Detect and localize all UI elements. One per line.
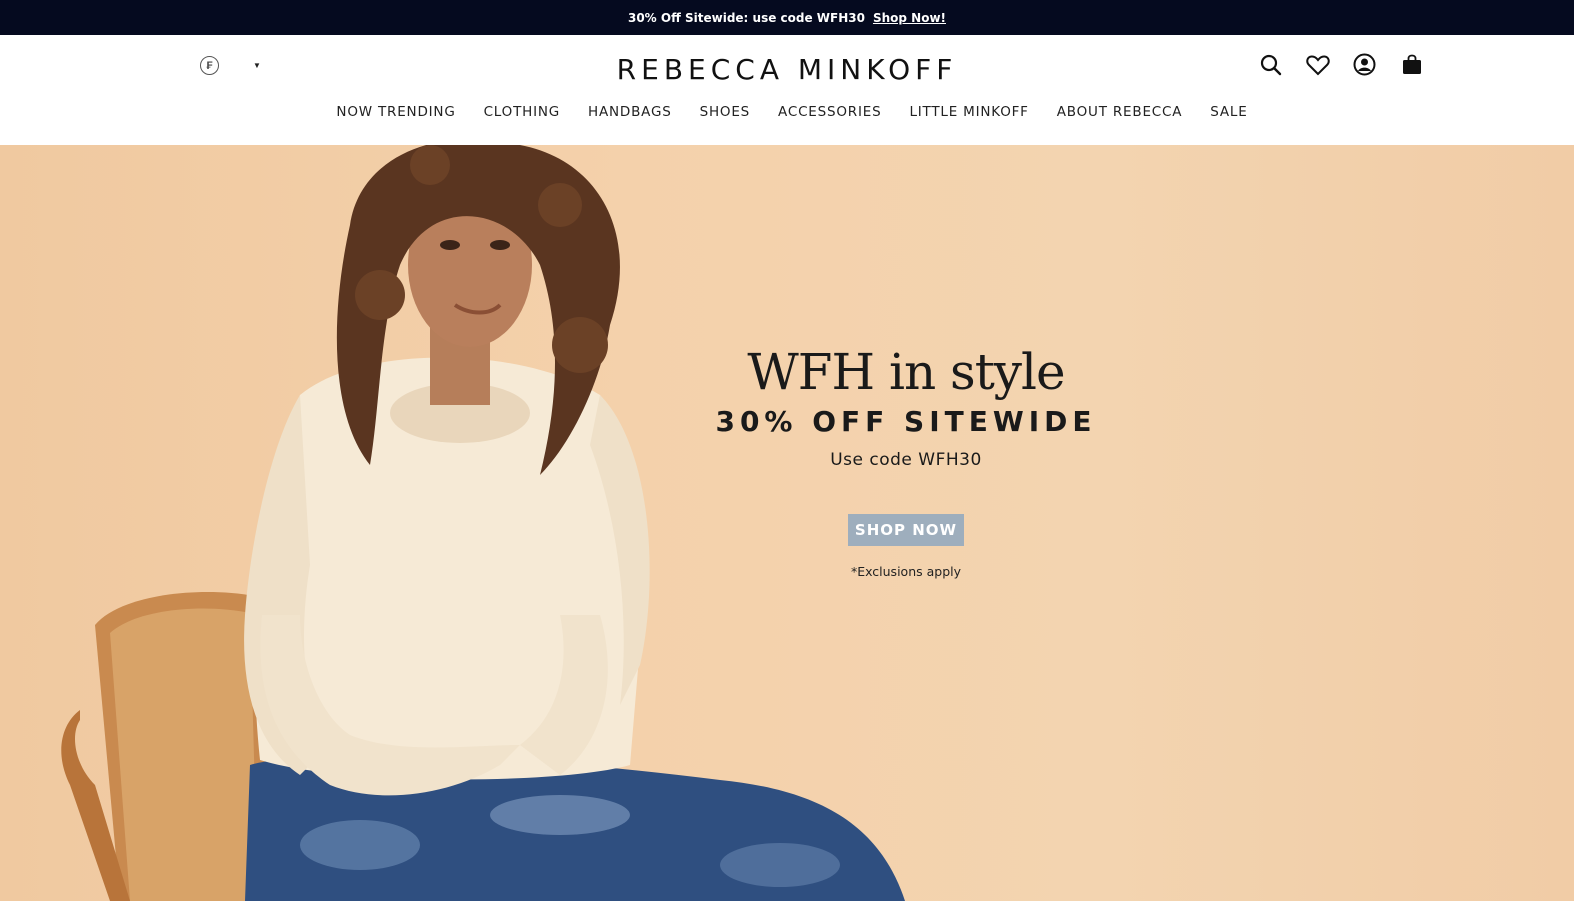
nav-item-now-trending[interactable]: NOW TRENDING (336, 104, 455, 120)
account-icon[interactable] (1352, 52, 1377, 77)
promo-shop-now-link[interactable]: Shop Now! (873, 11, 946, 25)
bag-icon[interactable] (1399, 52, 1424, 77)
cane-chair (61, 592, 270, 901)
hero-headline: WFH in style (747, 343, 1065, 401)
exclusions-note: *Exclusions apply (850, 564, 962, 579)
brand-logo[interactable]: REBECCA MINKOFF (617, 53, 958, 86)
nav-item-about-rebecca[interactable]: ABOUT REBECCA (1057, 104, 1183, 120)
site-header: ₣ ▼ REBECCA MINKOFF NOW TRENDING CLOTHIN… (0, 35, 1574, 145)
header-icons (1258, 52, 1424, 77)
main-nav: NOW TRENDING CLOTHING HANDBAGS SHOES ACC… (0, 104, 1574, 120)
hero-subheadline: 30% OFF SITEWIDE (715, 405, 1097, 438)
promo-bar: 30% Off Sitewide: use code WFH30 Shop No… (0, 0, 1574, 35)
heart-icon[interactable] (1305, 52, 1330, 77)
nav-item-little-minkoff[interactable]: LITTLE MINKOFF (909, 104, 1028, 120)
hero-banner[interactable]: WFH in style 30% OFF SITEWIDE Use code W… (0, 145, 1574, 901)
hero-promo-code: Use code WFH30 (830, 450, 982, 470)
nav-item-shoes[interactable]: SHOES (700, 104, 750, 120)
promo-text: 30% Off Sitewide: use code WFH30 (627, 10, 865, 25)
nav-item-handbags[interactable]: HANDBAGS (588, 104, 672, 120)
nav-item-accessories[interactable]: ACCESSORIES (778, 104, 881, 120)
hero-text-block: WFH in style 30% OFF SITEWIDE Use code W… (706, 341, 1106, 579)
nav-item-clothing[interactable]: CLOTHING (484, 104, 560, 120)
nav-item-sale[interactable]: SALE (1210, 104, 1247, 120)
shop-now-button[interactable]: SHOP NOW (848, 514, 964, 546)
search-icon[interactable] (1258, 52, 1283, 77)
